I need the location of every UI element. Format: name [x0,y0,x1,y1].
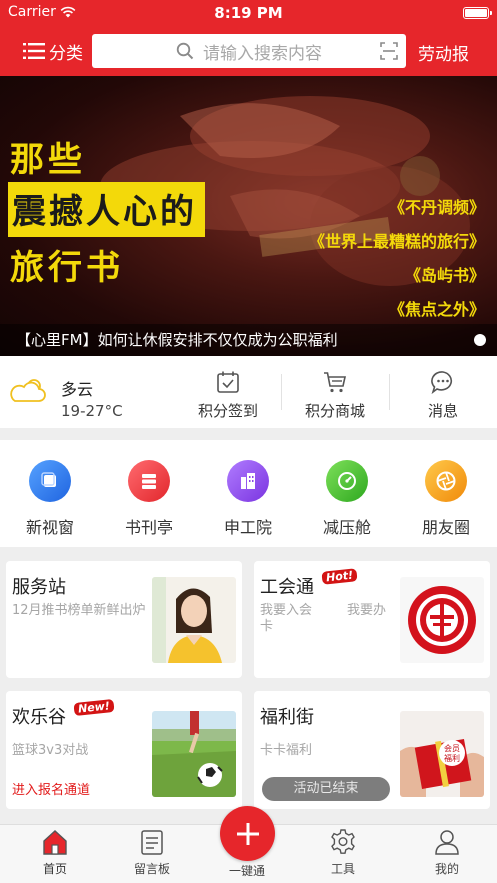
weather-actions-bar: 多云 19-27°C 积分签到 积分商城 消息 [0,356,497,428]
banner-headline-2: 震撼人心的 [8,182,205,237]
svg-text:会员: 会员 [444,743,460,753]
home-icon [43,830,67,855]
tab-label: 留言板 [133,862,170,876]
happy-valley-card[interactable]: 欢乐谷 New! 篮球3v3对战 进入报名通道 [6,691,242,809]
registration-link[interactable]: 进入报名通道 [12,779,90,798]
scan-icon[interactable] [380,42,398,60]
weather-temperature: 19-27°C [61,402,123,420]
card-title: 福利街 [260,707,314,728]
banner-book-title: 《世界上最糟糕的旅行》 [308,232,485,251]
banner-book-title: 《焦点之外》 [388,300,485,319]
channel-label: 减压舱 [322,518,371,537]
card-title: 欢乐谷 [12,707,66,728]
channel-new-window[interactable]: 新视窗 [10,460,90,538]
welfare-street-card[interactable]: 福利街 卡卡福利 活动已结束 会员 福利 [254,691,490,809]
clock: 8:19 PM [214,4,283,22]
woman-portrait-image [152,577,236,663]
new-badge: New! [73,698,115,717]
card-subtitle: 12月推书榜单新鲜出炉 [12,603,146,618]
tab-label: 我的 [434,862,459,876]
search-placeholder: 请输入搜索内容 [203,43,322,64]
channel-label: 申工院 [223,518,272,537]
activity-ended-badge: 活动已结束 [262,777,390,801]
banner-book-title: 《不丹调频》 [388,198,485,217]
divider [281,374,282,410]
calendar-check-icon [217,371,239,393]
building-icon [227,460,269,502]
join-union-link[interactable]: 我要入会卡 [260,603,324,635]
list-icon [23,43,45,59]
channel-label: 书刊亭 [124,518,173,537]
union-logo-image [400,577,484,663]
gift-box-image: 会员 福利 [400,711,484,797]
cart-icon [324,372,346,393]
channel-friends[interactable]: 朋友圈 [406,460,486,538]
svg-text:福利: 福利 [444,753,460,763]
banner-caption[interactable]: 【心里FM】如何让休假安排不仅仅成为公职福利 [0,324,497,356]
stack-icon [128,460,170,502]
soccer-photo-image [152,711,236,797]
points-mall-button[interactable]: 积分商城 [285,370,385,421]
channel-workers-institute[interactable]: 申工院 [208,460,288,538]
channel-label: 朋友圈 [421,518,470,537]
window-icon [29,460,71,502]
channel-grid: 新视窗 书刊亭 申工院 减压舱 朋友圈 [0,440,497,547]
channel-decompression[interactable]: 减压舱 [307,460,387,538]
card-title: 服务站 [12,577,66,598]
messages-label: 消息 [427,402,458,420]
tab-home[interactable]: 首页 [25,828,85,877]
card-subtitle: 篮球3v3对战 [12,743,89,758]
channel-newsstand[interactable]: 书刊亭 [109,460,189,538]
top-nav-bar: 分类 请输入搜索内容 劳动报 [0,26,497,76]
search-input[interactable]: 请输入搜索内容 [92,34,406,68]
brand-title[interactable]: 劳动报 [418,40,469,65]
user-icon [435,830,459,855]
chat-bubble-icon [431,371,453,394]
channel-label: 新视窗 [25,518,74,537]
banner-headline-1: 那些 [10,140,86,180]
card-subtitle: 卡卡福利 [260,743,313,758]
points-mall-label: 积分商城 [304,402,365,420]
gauge-icon [326,460,368,502]
banner-carousel[interactable]: 那些 震撼人心的 旅行书 《不丹调频》 《世界上最糟糕的旅行》 《岛屿书》 《焦… [0,76,497,356]
hot-badge: Hot! [321,568,358,585]
category-menu-label: 分类 [49,43,83,64]
search-icon [176,42,194,60]
union-card[interactable]: 工会通 Hot! 我要入会卡 我要办 [254,561,490,678]
tab-profile[interactable]: 我的 [417,828,477,877]
battery-icon [463,7,492,19]
divider [389,374,390,410]
carousel-page-dot[interactable] [474,334,486,346]
aperture-icon [425,460,467,502]
status-bar: Carrier 8:19 PM [0,0,497,26]
tab-tools[interactable]: 工具 [313,828,373,877]
service-station-card[interactable]: 服务站 12月推书榜单新鲜出炉 [6,561,242,678]
gear-icon [331,829,355,854]
cloud-sun-icon [10,379,46,402]
checkin-label: 积分签到 [197,402,258,420]
plus-icon [236,822,259,845]
banner-book-title: 《岛屿书》 [404,266,485,285]
tab-label: 工具 [330,862,355,876]
tab-label: 首页 [42,862,67,876]
weather-condition: 多云 [61,380,94,399]
tab-message-board[interactable]: 留言板 [122,828,182,877]
apply-link[interactable]: 我要办 [347,603,386,619]
banner-headline-3: 旅行书 [10,248,124,288]
checkin-button[interactable]: 积分签到 [178,370,278,421]
category-menu-button[interactable]: 分类 [23,39,83,64]
one-click-button[interactable] [220,806,275,861]
board-icon [141,830,163,855]
messages-button[interactable]: 消息 [393,370,493,421]
one-click-label: 一键通 [228,864,265,878]
card-title: 工会通 [260,577,314,598]
